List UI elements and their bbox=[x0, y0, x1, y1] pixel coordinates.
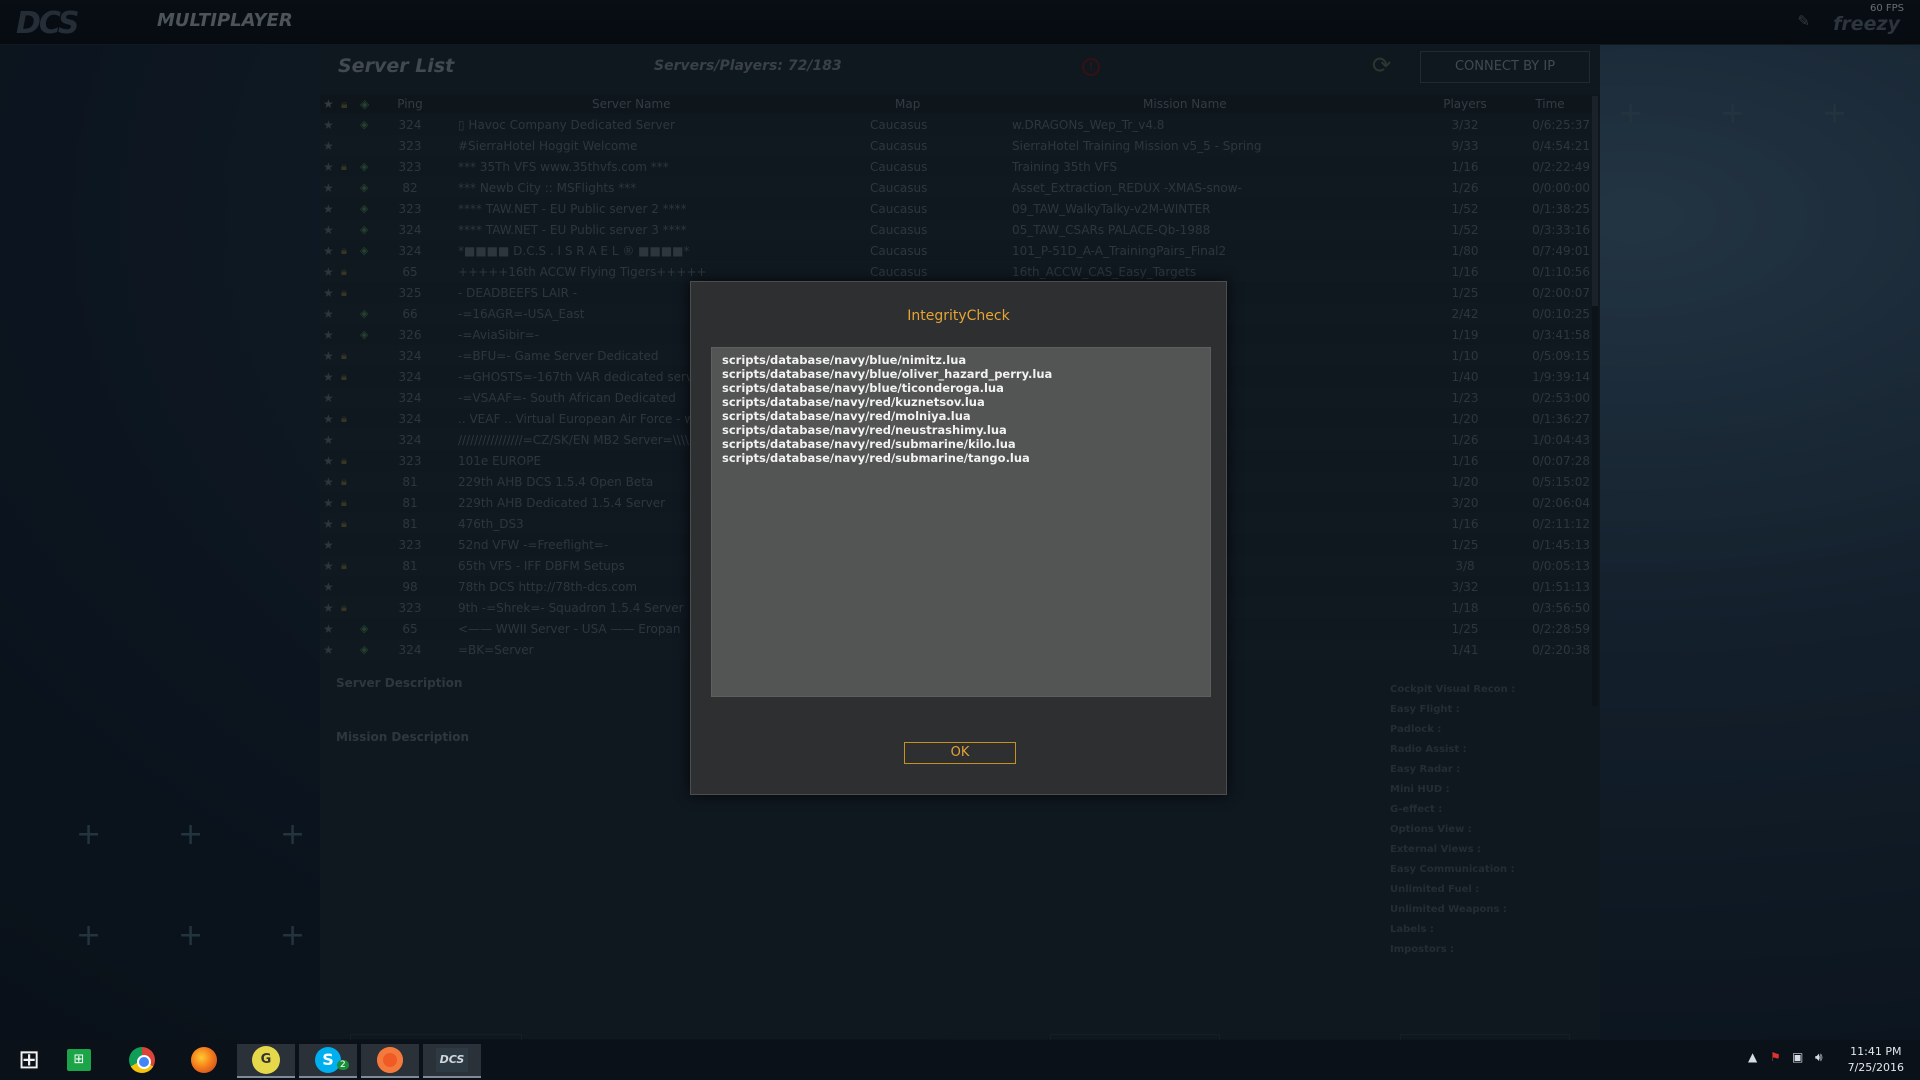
taskbar-app-yellow[interactable]: G bbox=[237, 1044, 295, 1078]
taskbar-orange-app[interactable] bbox=[361, 1044, 419, 1078]
skype-icon: S bbox=[315, 1047, 341, 1073]
file-list-item: scripts/database/navy/blue/oliver_hazard… bbox=[722, 367, 1053, 381]
clock-date: 7/25/2016 bbox=[1847, 1061, 1904, 1074]
taskbar-dcs[interactable]: DCS bbox=[423, 1044, 481, 1078]
ok-button[interactable]: OK bbox=[904, 742, 1016, 764]
taskbar-skype[interactable]: S2 bbox=[299, 1044, 357, 1078]
firefox-icon bbox=[191, 1047, 217, 1073]
file-list-item: scripts/database/navy/blue/ticonderoga.l… bbox=[722, 381, 1004, 395]
windows-icon: ⊞ bbox=[18, 1045, 40, 1075]
taskbar-firefox[interactable] bbox=[175, 1044, 233, 1076]
chrome-icon bbox=[129, 1047, 155, 1073]
tray-expand-icon[interactable]: ▲ bbox=[1748, 1050, 1757, 1064]
taskbar-chrome[interactable] bbox=[113, 1044, 171, 1076]
taskbar-clock[interactable]: 11:41 PM 7/25/2016 bbox=[1848, 1044, 1904, 1076]
integrity-file-list[interactable]: scripts/database/navy/blue/nimitz.lua scr… bbox=[711, 347, 1211, 697]
app-launcher-icon: G bbox=[252, 1046, 280, 1074]
orange-app-icon bbox=[377, 1047, 403, 1073]
network-icon[interactable]: ▣ bbox=[1792, 1050, 1803, 1064]
volume-icon[interactable]: 🔊︎ bbox=[1815, 1050, 1823, 1065]
integrity-check-dialog: IntegrityCheck scripts/database/navy/blu… bbox=[690, 281, 1227, 795]
flag-icon[interactable]: ⚑ bbox=[1770, 1050, 1781, 1064]
dcs-icon: DCS bbox=[436, 1048, 468, 1072]
file-list-item: scripts/database/navy/red/submarine/kilo… bbox=[722, 437, 1016, 451]
store-icon: ⊞ bbox=[67, 1049, 91, 1071]
file-list-item: scripts/database/navy/red/molniya.lua bbox=[722, 409, 971, 423]
skype-badge: 2 bbox=[337, 1060, 349, 1070]
clock-time: 11:41 PM bbox=[1850, 1045, 1902, 1058]
file-list-item: scripts/database/navy/red/kuznetsov.lua bbox=[722, 395, 985, 409]
taskbar-store[interactable]: ⊞ bbox=[50, 1044, 108, 1076]
taskbar: ⊞ ⊞ G S2 DCS bbox=[0, 1040, 1920, 1080]
file-list-item: scripts/database/navy/blue/nimitz.lua bbox=[722, 353, 967, 367]
dialog-title: IntegrityCheck bbox=[907, 308, 1010, 324]
file-list-item: scripts/database/navy/red/neustrashimy.l… bbox=[722, 423, 1007, 437]
file-list-item: scripts/database/navy/red/submarine/tang… bbox=[722, 451, 1030, 465]
